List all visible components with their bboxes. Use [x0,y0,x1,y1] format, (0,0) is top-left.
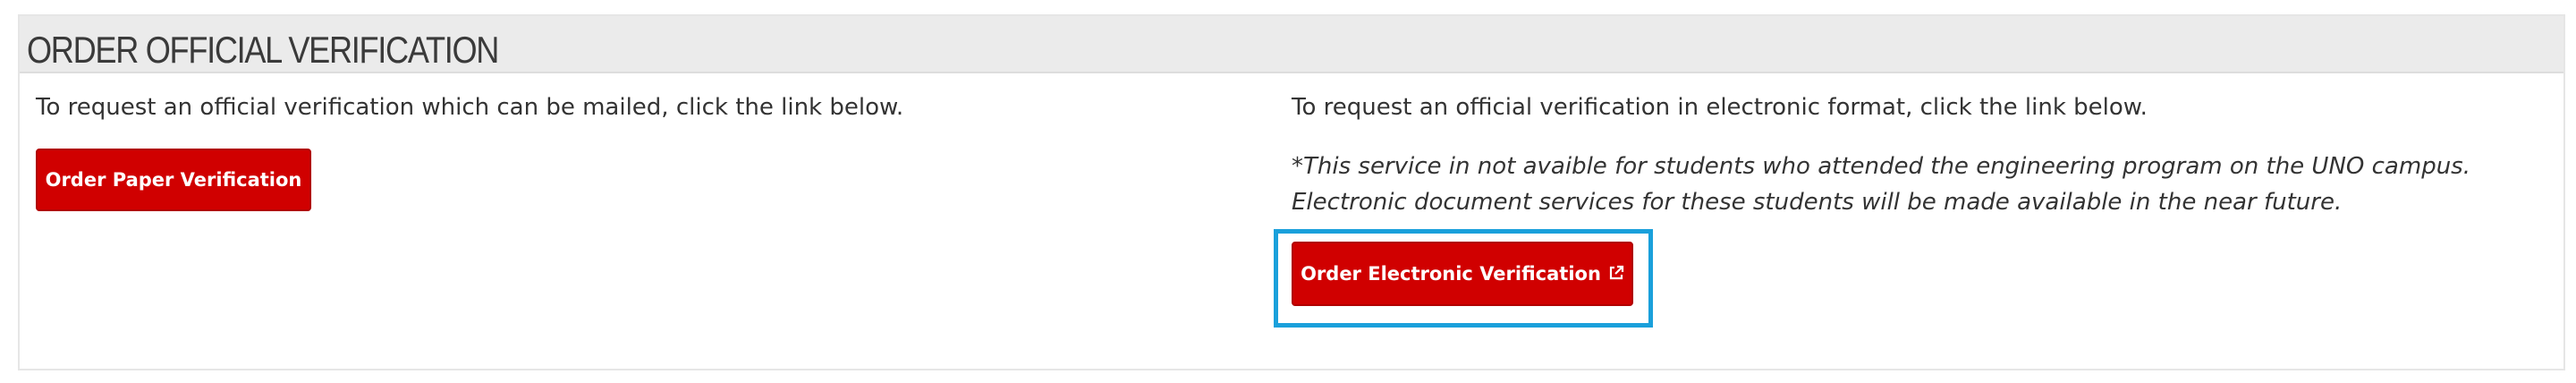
order-paper-verification-label: Order Paper Verification [45,169,302,191]
panel-header: ORDER OFFICIAL VERIFICATION [20,16,2563,73]
note-line-2: Electronic document services for these s… [1292,189,2343,216]
electronic-service-note: *This service in not avaible for student… [1292,149,2470,220]
order-paper-verification-button[interactable]: Order Paper Verification [36,149,311,211]
order-electronic-verification-button[interactable]: Order Electronic Verification [1292,242,1633,306]
external-link-icon [1609,265,1624,280]
order-electronic-verification-label: Order Electronic Verification [1301,263,1601,285]
electronic-verification-instruction: To request an official verification in e… [1292,94,2148,121]
paper-verification-instruction: To request an official verification whic… [36,94,904,121]
note-line-1: *This service in not avaible for student… [1292,153,2470,180]
section-title: ORDER OFFICIAL VERIFICATION [27,29,499,71]
